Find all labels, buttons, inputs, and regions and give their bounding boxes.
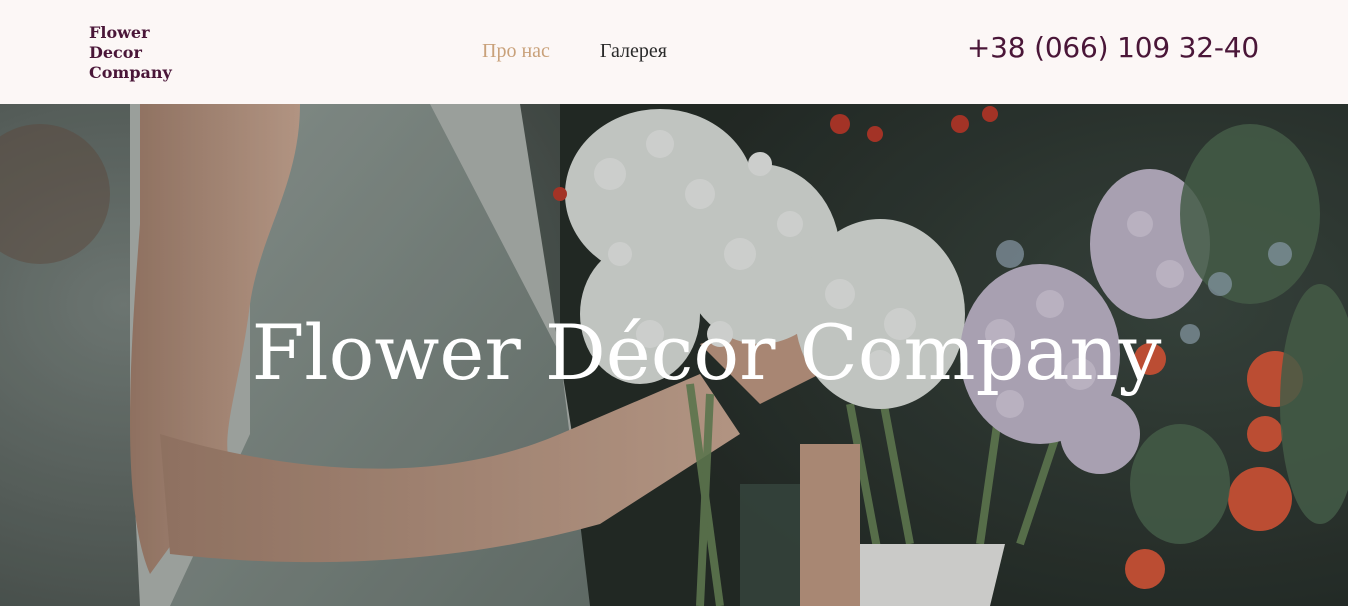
main-nav: Про нас Галерея bbox=[482, 38, 667, 64]
hero-title: Flower Décor Company bbox=[251, 308, 1162, 397]
phone-link[interactable]: +38 (066) 109 32-40 bbox=[967, 28, 1259, 68]
site-header: Flower Decor Company Про нас Галерея +38… bbox=[0, 0, 1348, 104]
logo-link[interactable]: Flower Decor Company bbox=[89, 23, 209, 83]
logo-line-1: Flower bbox=[89, 23, 150, 42]
nav-link-gallery[interactable]: Галерея bbox=[600, 38, 667, 64]
logo-line-2: Decor bbox=[89, 43, 142, 62]
hero-section: Flower Décor Company bbox=[0, 104, 1348, 606]
nav-link-about[interactable]: Про нас bbox=[482, 38, 550, 64]
logo-line-3: Company bbox=[89, 63, 172, 82]
